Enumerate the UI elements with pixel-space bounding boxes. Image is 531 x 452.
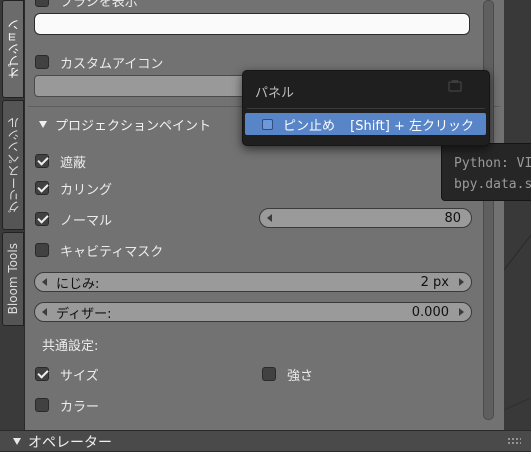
pin-item-label: ピン止め (283, 118, 336, 134)
culling-label: カリング (60, 182, 113, 198)
pin-checkbox[interactable] (262, 118, 273, 130)
increment-arrow-icon[interactable] (459, 308, 464, 316)
size-label: サイズ (60, 368, 99, 384)
panel-scrollbar[interactable] (483, 0, 494, 420)
normal-label: ノーマル (60, 213, 113, 229)
bleed-slider[interactable]: にじみ: 2 px (34, 272, 472, 292)
panel-context-menu: パネル ピン止め [Shift] + 左クリック (242, 70, 490, 146)
tooltip-line-1: Python: VI (454, 156, 531, 171)
common-settings-label: 共通設定: (42, 338, 99, 354)
size-row[interactable]: サイズ (35, 364, 99, 384)
custom-icon-checkbox[interactable] (35, 55, 49, 69)
normal-checkbox[interactable] (35, 212, 49, 226)
cavity-mask-label: キャビティマスク (60, 244, 164, 260)
vertical-tab-strip: オプション グリースペンシル Bloom Tools (0, 0, 25, 450)
show-brush-label: ブラシを表示 (60, 0, 138, 10)
bleed-value: 2 px (420, 274, 449, 290)
custom-icon-label: カスタムアイコン (60, 56, 164, 72)
dither-value: 0.000 (411, 304, 449, 320)
occlude-checkbox[interactable] (35, 154, 49, 168)
tab-bloom-tools-label: Bloom Tools (6, 243, 20, 315)
expand-triangle-icon (13, 438, 21, 445)
tooltip-line-2: bpy.data.s (454, 177, 531, 192)
python-tooltip: Python: VI bpy.data.s (441, 143, 531, 201)
pin-icon (448, 80, 462, 92)
tab-grease-pencil-label: グリースペンシル (6, 117, 21, 213)
brush-name-field[interactable] (34, 13, 470, 35)
decrement-arrow-icon[interactable] (42, 278, 47, 286)
color-label: カラー (60, 399, 100, 415)
normal-angle-value: 80 (444, 210, 461, 226)
color-checkbox[interactable] (35, 398, 49, 412)
cavity-mask-checkbox[interactable] (35, 243, 49, 257)
drag-grip-icon[interactable] (507, 437, 521, 445)
operator-panel-label: オペレーター (28, 435, 112, 451)
tab-options-label: オプション (6, 19, 21, 79)
pin-item-shortcut: [Shift] + 左クリック (350, 118, 474, 134)
decrement-arrow-icon[interactable] (42, 308, 47, 316)
expand-triangle-icon (39, 120, 47, 128)
custom-icon-path-field[interactable] (34, 75, 245, 97)
custom-icon-row[interactable]: カスタムアイコン (35, 52, 163, 72)
culling-checkbox[interactable] (35, 181, 49, 195)
color-row[interactable]: カラー (35, 395, 99, 415)
pin-menu-item[interactable]: ピン止め [Shift] + 左クリック (245, 113, 486, 135)
normal-angle-slider[interactable]: 80 (259, 208, 472, 228)
strength-checkbox[interactable] (262, 367, 276, 381)
projection-paint-title: プロジェクションペイント (55, 118, 212, 134)
menu-title: パネル (255, 86, 295, 101)
viewport-grid-line (504, 234, 531, 411)
operator-panel-header[interactable]: オペレーター (0, 430, 531, 451)
decrement-arrow-icon[interactable] (267, 214, 272, 222)
dither-slider[interactable]: ディザー: 0.000 (34, 302, 472, 322)
culling-row[interactable]: カリング (35, 178, 112, 198)
cavity-mask-row[interactable]: キャビティマスク (35, 240, 163, 260)
tool-options-panel: ブラシを表示 カスタムアイコン プロジェクションペイント 遮蔽 カリング ノーマ… (25, 0, 504, 430)
tab-options[interactable]: オプション (2, 0, 24, 98)
occlude-row[interactable]: 遮蔽 (35, 151, 86, 171)
bleed-label: にじみ: (56, 276, 100, 292)
tab-grease-pencil[interactable]: グリースペンシル (2, 100, 24, 230)
show-brush-checkbox[interactable] (35, 0, 49, 7)
strength-label: 強さ (287, 368, 314, 384)
normal-row[interactable]: ノーマル (35, 209, 112, 229)
strength-row[interactable]: 強さ (262, 364, 313, 384)
occlude-label: 遮蔽 (60, 155, 87, 171)
increment-arrow-icon[interactable] (459, 278, 464, 286)
common-settings-heading: 共通設定: (42, 334, 98, 354)
menu-separator (247, 108, 485, 109)
dither-label: ディザー: (56, 306, 112, 322)
size-checkbox[interactable] (35, 367, 49, 381)
show-brush-row[interactable]: ブラシを表示 (35, 0, 138, 10)
tab-bloom-tools[interactable]: Bloom Tools (2, 232, 24, 326)
projection-paint-header[interactable]: プロジェクションペイント (39, 114, 211, 134)
